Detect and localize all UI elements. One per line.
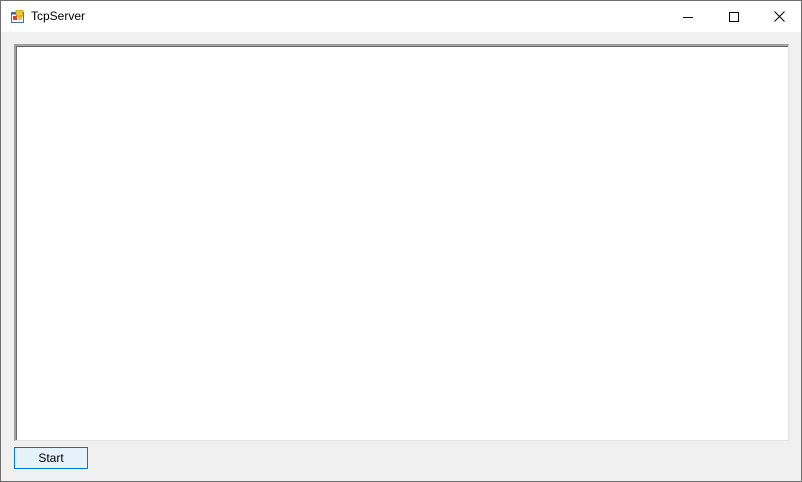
maximize-button[interactable] <box>711 1 757 32</box>
maximize-icon <box>729 11 739 22</box>
close-icon <box>773 11 785 22</box>
window-title: TcpServer <box>31 9 86 23</box>
app-icon <box>11 9 24 23</box>
minimize-button[interactable] <box>665 1 711 32</box>
title-bar[interactable]: TcpServer <box>1 1 801 32</box>
minimize-icon <box>683 12 693 22</box>
main-window: TcpServer Start <box>0 0 802 482</box>
log-textbox[interactable] <box>14 44 789 441</box>
close-button[interactable] <box>756 1 802 32</box>
start-button[interactable]: Start <box>14 447 88 469</box>
